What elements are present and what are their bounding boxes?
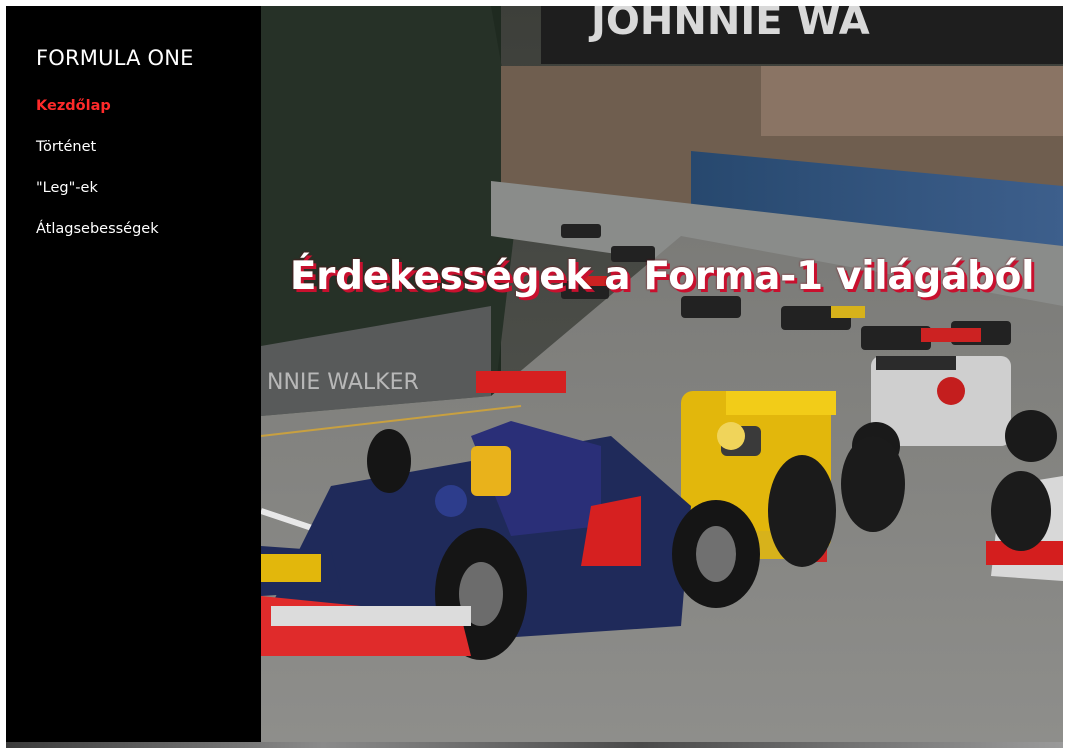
nav-menu: Kezdőlap Történet "Leg"-ek Átlagsebesség…: [36, 98, 261, 262]
nav-item-history: Történet: [36, 139, 261, 180]
nav-item-home: Kezdőlap: [36, 98, 261, 139]
site-brand: FORMULA ONE: [36, 46, 194, 70]
nav-link-average-speeds[interactable]: Átlagsebességek: [36, 221, 159, 237]
nav-link-home[interactable]: Kezdőlap: [36, 98, 111, 114]
nav-link-records[interactable]: "Leg"-ek: [36, 180, 98, 196]
wall-sign: NNIE WALKER: [267, 370, 419, 395]
nav-item-records: "Leg"-ek: [36, 180, 261, 221]
sidebar: FORMULA ONE Kezdőlap Történet "Leg"-ek Á…: [6, 6, 261, 742]
nav-item-average-speeds: Átlagsebességek: [36, 221, 261, 262]
page-frame: FORMULA ONE Kezdőlap Történet "Leg"-ek Á…: [6, 6, 1063, 742]
hero-title: Érdekességek a Forma-1 világából: [289, 254, 1035, 300]
hero-image: JOHNNIE WA NNIE WALKER: [261, 6, 1063, 742]
banner-sign: JOHNNIE WA: [588, 6, 870, 44]
nav-link-history[interactable]: Történet: [36, 139, 96, 155]
hero-section: JOHNNIE WA NNIE WALKER Érdekességek a Fo…: [261, 6, 1063, 742]
bottom-image-strip: [6, 742, 1063, 748]
